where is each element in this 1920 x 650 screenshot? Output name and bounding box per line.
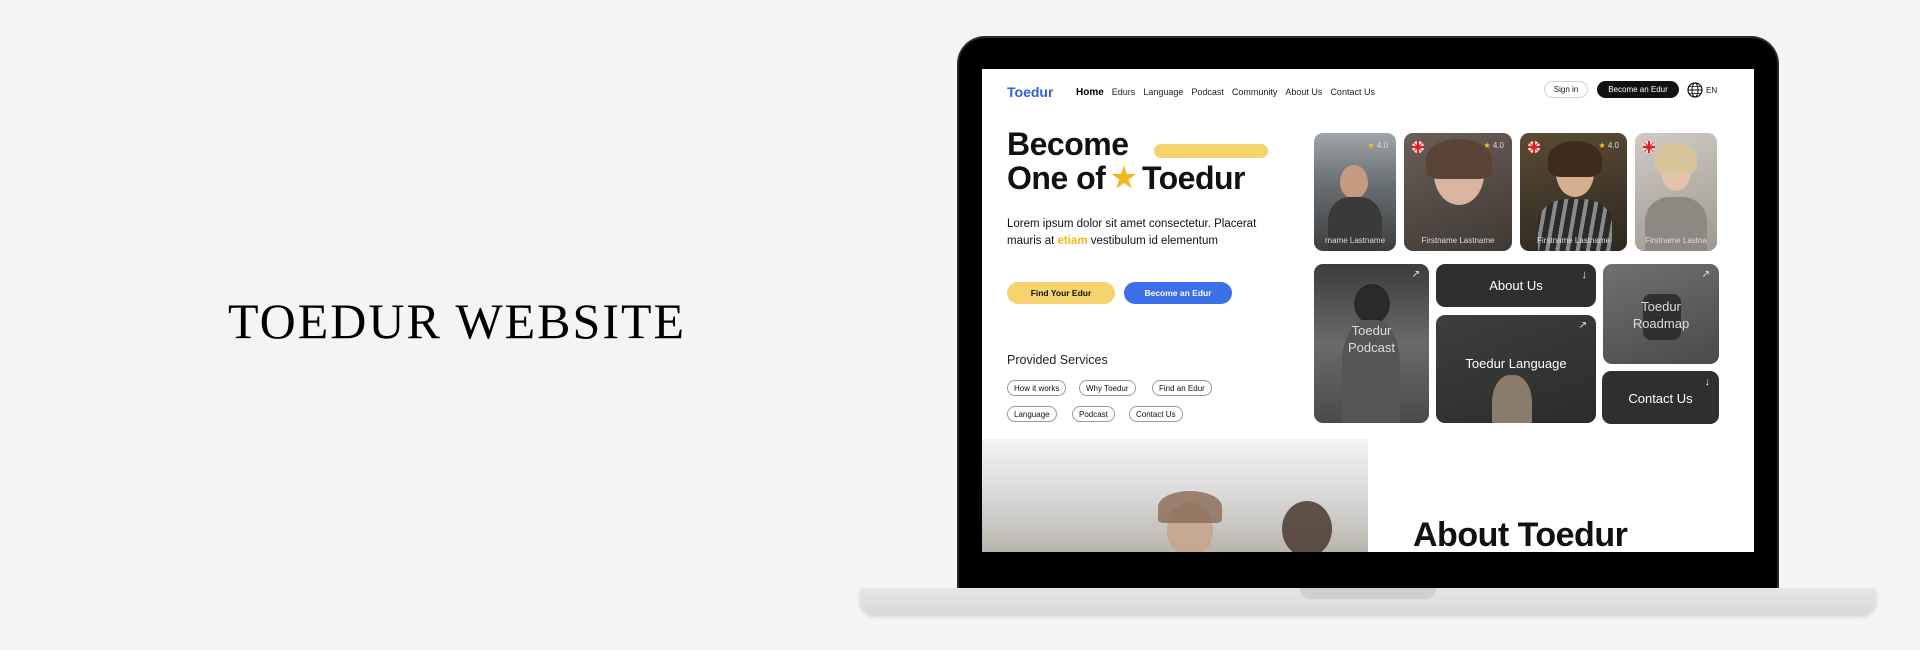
page-title: TOEDUR WEBSITE (228, 293, 687, 349)
hero-heading-line2: One of ★ Toedur (1007, 160, 1246, 196)
nav-link-community[interactable]: Community (1232, 87, 1278, 98)
tutor-rating: ★ 4.0 (1598, 141, 1619, 150)
rating-star-icon: ★ (1367, 141, 1375, 150)
tutor-rating: ★ 4.0 (1367, 141, 1388, 150)
uk-flag-icon (1412, 141, 1424, 153)
podcast-tile-label: Toedur Podcast (1348, 323, 1395, 355)
nav-link-language[interactable]: Language (1143, 87, 1183, 98)
chip-podcast[interactable]: Podcast (1072, 406, 1115, 422)
rating-star-icon: ★ (1598, 141, 1606, 150)
roadmap-tile-label: Toedur Roadmap (1632, 299, 1690, 331)
services-title: Provided Services (1007, 353, 1108, 367)
uk-flag-icon (1528, 141, 1540, 153)
tutor-name: rname Lastname (1324, 236, 1386, 245)
chip-find-an-edur[interactable]: Find an Edur (1152, 380, 1212, 396)
language-tile-label: Toedur Language (1465, 356, 1567, 371)
arrow-down-icon: ↓ (1704, 376, 1711, 388)
tutor-name: Firstname Lastname (1421, 236, 1495, 245)
tutor-name: Firstname Lastna (1645, 236, 1707, 245)
rating-star-icon: ★ (1483, 141, 1491, 150)
tutor-card[interactable]: Firstname Lastna (1635, 133, 1717, 251)
nav-link-contact-us[interactable]: Contact Us (1330, 87, 1375, 98)
tutor-card[interactable]: ★ 4.0 rname Lastname (1314, 133, 1396, 251)
nav-link-about-us[interactable]: About Us (1285, 87, 1322, 98)
arrow-up-right-icon: ↗ (1578, 320, 1587, 331)
tutor-card[interactable]: ★ 4.0 Firstname Lastname (1404, 133, 1512, 251)
language-selector[interactable]: EN (1706, 86, 1717, 95)
become-edur-button[interactable]: Become an Edur (1124, 282, 1232, 304)
uk-flag-icon (1643, 141, 1655, 153)
contact-us-tile-label: Contact Us (1628, 391, 1693, 406)
lead-text-b: vestibulum id elementum (1087, 235, 1218, 247)
about-us-tile-label: About Us (1489, 278, 1543, 293)
navbar: Toedur Home Edurs Language Podcast Commu… (982, 69, 1754, 117)
laptop-notch (1300, 588, 1436, 599)
laptop-screen: Toedur Home Edurs Language Podcast Commu… (982, 69, 1754, 552)
chip-how-it-works[interactable]: How it works (1007, 380, 1067, 396)
lead-accent: etiam (1057, 235, 1088, 247)
about-image (982, 439, 1368, 552)
about-section-title: About Toedur (1413, 516, 1628, 552)
logo[interactable]: Toedur (1007, 84, 1053, 100)
tutor-hair (1548, 141, 1602, 177)
about-person-hair (1158, 491, 1222, 523)
find-your-edur-button[interactable]: Find Your Edur (1007, 282, 1115, 304)
about-person-photo (1282, 501, 1332, 552)
tile-photo (1492, 375, 1532, 423)
about-us-tile[interactable]: ↓ About Us (1436, 264, 1596, 307)
star-icon: ★ (1111, 162, 1136, 193)
globe-icon[interactable] (1687, 82, 1703, 98)
nav-link-home[interactable]: Home (1076, 87, 1104, 98)
tutor-hair (1426, 139, 1492, 179)
arrow-up-right-icon: ↗ (1701, 269, 1710, 280)
language-tile[interactable]: ↗ Toedur Language (1436, 315, 1596, 423)
nav-link-podcast[interactable]: Podcast (1191, 87, 1224, 98)
tutor-card[interactable]: ★ 4.0 Firstname Lastname (1520, 133, 1627, 251)
hero-heading-line2-b: Toedur (1141, 160, 1246, 196)
tutor-hair (1655, 143, 1697, 173)
nav-link-edurs[interactable]: Edurs (1112, 87, 1136, 98)
heading-highlight-bar (1154, 144, 1268, 158)
become-edur-nav-button[interactable]: Become an Edur (1597, 81, 1679, 98)
podcast-tile[interactable]: ↗ Toedur Podcast (1314, 264, 1429, 423)
tutor-rating-value: 4.0 (1376, 141, 1388, 150)
hero-heading-line1: Become (1007, 126, 1129, 162)
chip-language[interactable]: Language (1007, 406, 1057, 422)
tutor-photo (1340, 165, 1368, 199)
tutor-rating-value: 4.0 (1492, 141, 1504, 150)
tile-photo (1354, 284, 1390, 324)
tutor-rating: ★ 4.0 (1483, 141, 1504, 150)
nav-links: Home Edurs Language Podcast Community Ab… (1076, 87, 1383, 98)
sign-in-button[interactable]: Sign in (1544, 81, 1588, 98)
hero-heading-line2-a: One of (1007, 160, 1106, 196)
tutor-name: Firstname Lastname (1537, 236, 1610, 245)
roadmap-tile[interactable]: ↗ Toedur Roadmap (1603, 264, 1719, 364)
contact-us-tile[interactable]: ↓ Contact Us (1602, 371, 1719, 424)
tutor-rating-value: 4.0 (1607, 141, 1619, 150)
hero-lead-text: Lorem ipsum dolor sit amet consectetur. … (1007, 216, 1267, 250)
chip-why-toedur[interactable]: Why Toedur (1079, 380, 1136, 396)
arrow-up-right-icon: ↗ (1411, 269, 1420, 280)
chip-contact-us[interactable]: Contact Us (1129, 406, 1183, 422)
